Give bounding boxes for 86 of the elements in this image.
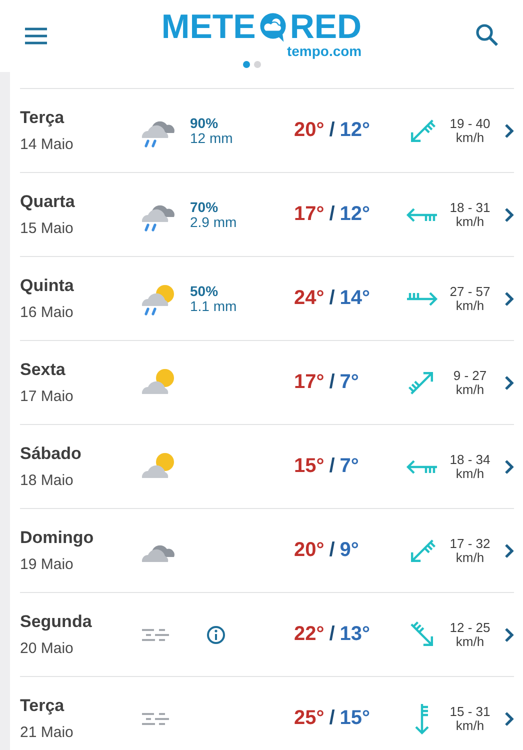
min-temperature: 14° [340, 287, 372, 310]
temperature-separator: / [329, 119, 335, 142]
temperature-separator: / [329, 539, 335, 562]
temperature-separator: / [329, 455, 335, 478]
wind-speed: 18 - 34 [450, 452, 490, 466]
min-temperature: 12° [340, 119, 372, 142]
temperature-separator: / [329, 371, 335, 394]
wind-unit: km/h [456, 550, 484, 564]
day-row[interactable]: Sexta 17 Maio 17° / 7° 9 - 27 km/h [20, 341, 514, 425]
max-temperature: 25° [292, 707, 324, 730]
day-date: 15 Maio [20, 220, 74, 237]
wind-unit: km/h [456, 466, 484, 480]
wind-unit: km/h [456, 718, 484, 732]
temperature-separator: / [329, 623, 335, 646]
day-name: Quarta [20, 192, 76, 212]
day-name: Domingo [20, 528, 95, 548]
min-temperature: 13° [340, 623, 372, 646]
rain-chance: 70% [190, 200, 220, 214]
max-temperature: 20° [292, 119, 324, 142]
day-name: Terça [20, 108, 66, 128]
temperature-separator: / [329, 707, 335, 730]
day-row[interactable]: Quinta 16 Maio 50% 1.1 mm 24° / 14° 27 - 57 km/h [20, 257, 514, 341]
day-row[interactable]: Segunda 20 Maio 22° / 13° 12 - 25 km/h [20, 593, 514, 677]
day-name: Quinta [20, 276, 75, 296]
chevron-right-icon[interactable] [504, 458, 514, 474]
min-temperature: 7° [340, 371, 360, 394]
rain-amount: 12 mm [190, 130, 234, 146]
day-date: 16 Maio [20, 304, 74, 321]
day-name: Segunda [20, 612, 93, 632]
day-name: Sábado [20, 444, 82, 464]
day-row[interactable]: Terça 21 Maio 25° / 15° 15 - 31 km/h [20, 677, 514, 750]
max-temperature: 15° [292, 455, 324, 478]
min-temperature: 15° [340, 707, 372, 730]
rain-amount: 1.1 mm [190, 298, 238, 314]
min-temperature: 12° [340, 203, 372, 226]
chevron-right-icon[interactable] [504, 626, 514, 642]
wind-speed: 19 - 40 [450, 116, 490, 130]
day-row[interactable]: Sábado 18 Maio 15° / 7° 18 - 34 km/h [20, 425, 514, 509]
wind-speed: 9 - 27 [453, 368, 487, 382]
wind-unit: km/h [456, 382, 484, 396]
day-row[interactable]: Domingo 19 Maio 20° / 9° 17 - 32 km/h [20, 509, 514, 593]
logo-subtitle: tempo.com [286, 42, 362, 58]
day-row[interactable]: Quarta 15 Maio 70% 2.9 mm 17° / 12° 18 - 31 km/h [20, 173, 514, 257]
chevron-right-icon[interactable] [504, 374, 514, 390]
logo-text: METE [161, 12, 256, 42]
day-date: 20 Maio [20, 640, 74, 657]
max-temperature: 20° [292, 539, 324, 562]
wind-speed: 15 - 31 [450, 704, 490, 718]
max-temperature: 22° [292, 623, 324, 646]
wind-unit: km/h [456, 298, 484, 312]
rain-chance: 90% [190, 116, 220, 130]
max-temperature: 24° [292, 287, 324, 310]
chevron-right-icon[interactable] [504, 710, 514, 726]
temperature-separator: / [329, 287, 335, 310]
day-date: 19 Maio [20, 556, 74, 573]
wind-unit: km/h [456, 130, 484, 144]
min-temperature: 9° [340, 539, 360, 562]
wind-speed: 17 - 32 [450, 536, 490, 550]
wind-unit: km/h [456, 634, 484, 648]
day-date: 18 Maio [20, 472, 74, 489]
day-row[interactable]: Terça 14 Maio 90% 12 mm 20° / 12° 19 - 40 km/h [20, 89, 514, 173]
day-date: 21 Maio [20, 724, 74, 741]
info-icon[interactable] [206, 624, 226, 644]
rain-amount: 2.9 mm [190, 214, 238, 230]
pager-dot[interactable] [254, 60, 260, 68]
day-date: 17 Maio [20, 388, 74, 405]
day-name: Terça [20, 696, 66, 716]
chevron-right-icon[interactable] [504, 290, 514, 306]
day-date: 14 Maio [20, 136, 74, 153]
max-temperature: 17° [292, 371, 324, 394]
chevron-right-icon[interactable] [504, 206, 514, 222]
pager-dot[interactable] [242, 60, 250, 68]
day-name: Sexta [20, 360, 66, 380]
rain-chance: 50% [190, 284, 220, 298]
wind-speed: 27 - 57 [450, 284, 490, 298]
wind-speed: 18 - 31 [450, 200, 490, 214]
min-temperature: 7° [340, 455, 360, 478]
max-temperature: 17° [292, 203, 324, 226]
temperature-separator: / [329, 203, 335, 226]
menu-icon[interactable] [24, 27, 48, 45]
chevron-right-icon[interactable] [504, 122, 514, 138]
search-icon[interactable] [475, 23, 499, 47]
logo-text: RED [290, 12, 362, 42]
chevron-right-icon[interactable] [504, 542, 514, 558]
wind-unit: km/h [456, 214, 484, 228]
wind-speed: 12 - 25 [450, 620, 490, 634]
